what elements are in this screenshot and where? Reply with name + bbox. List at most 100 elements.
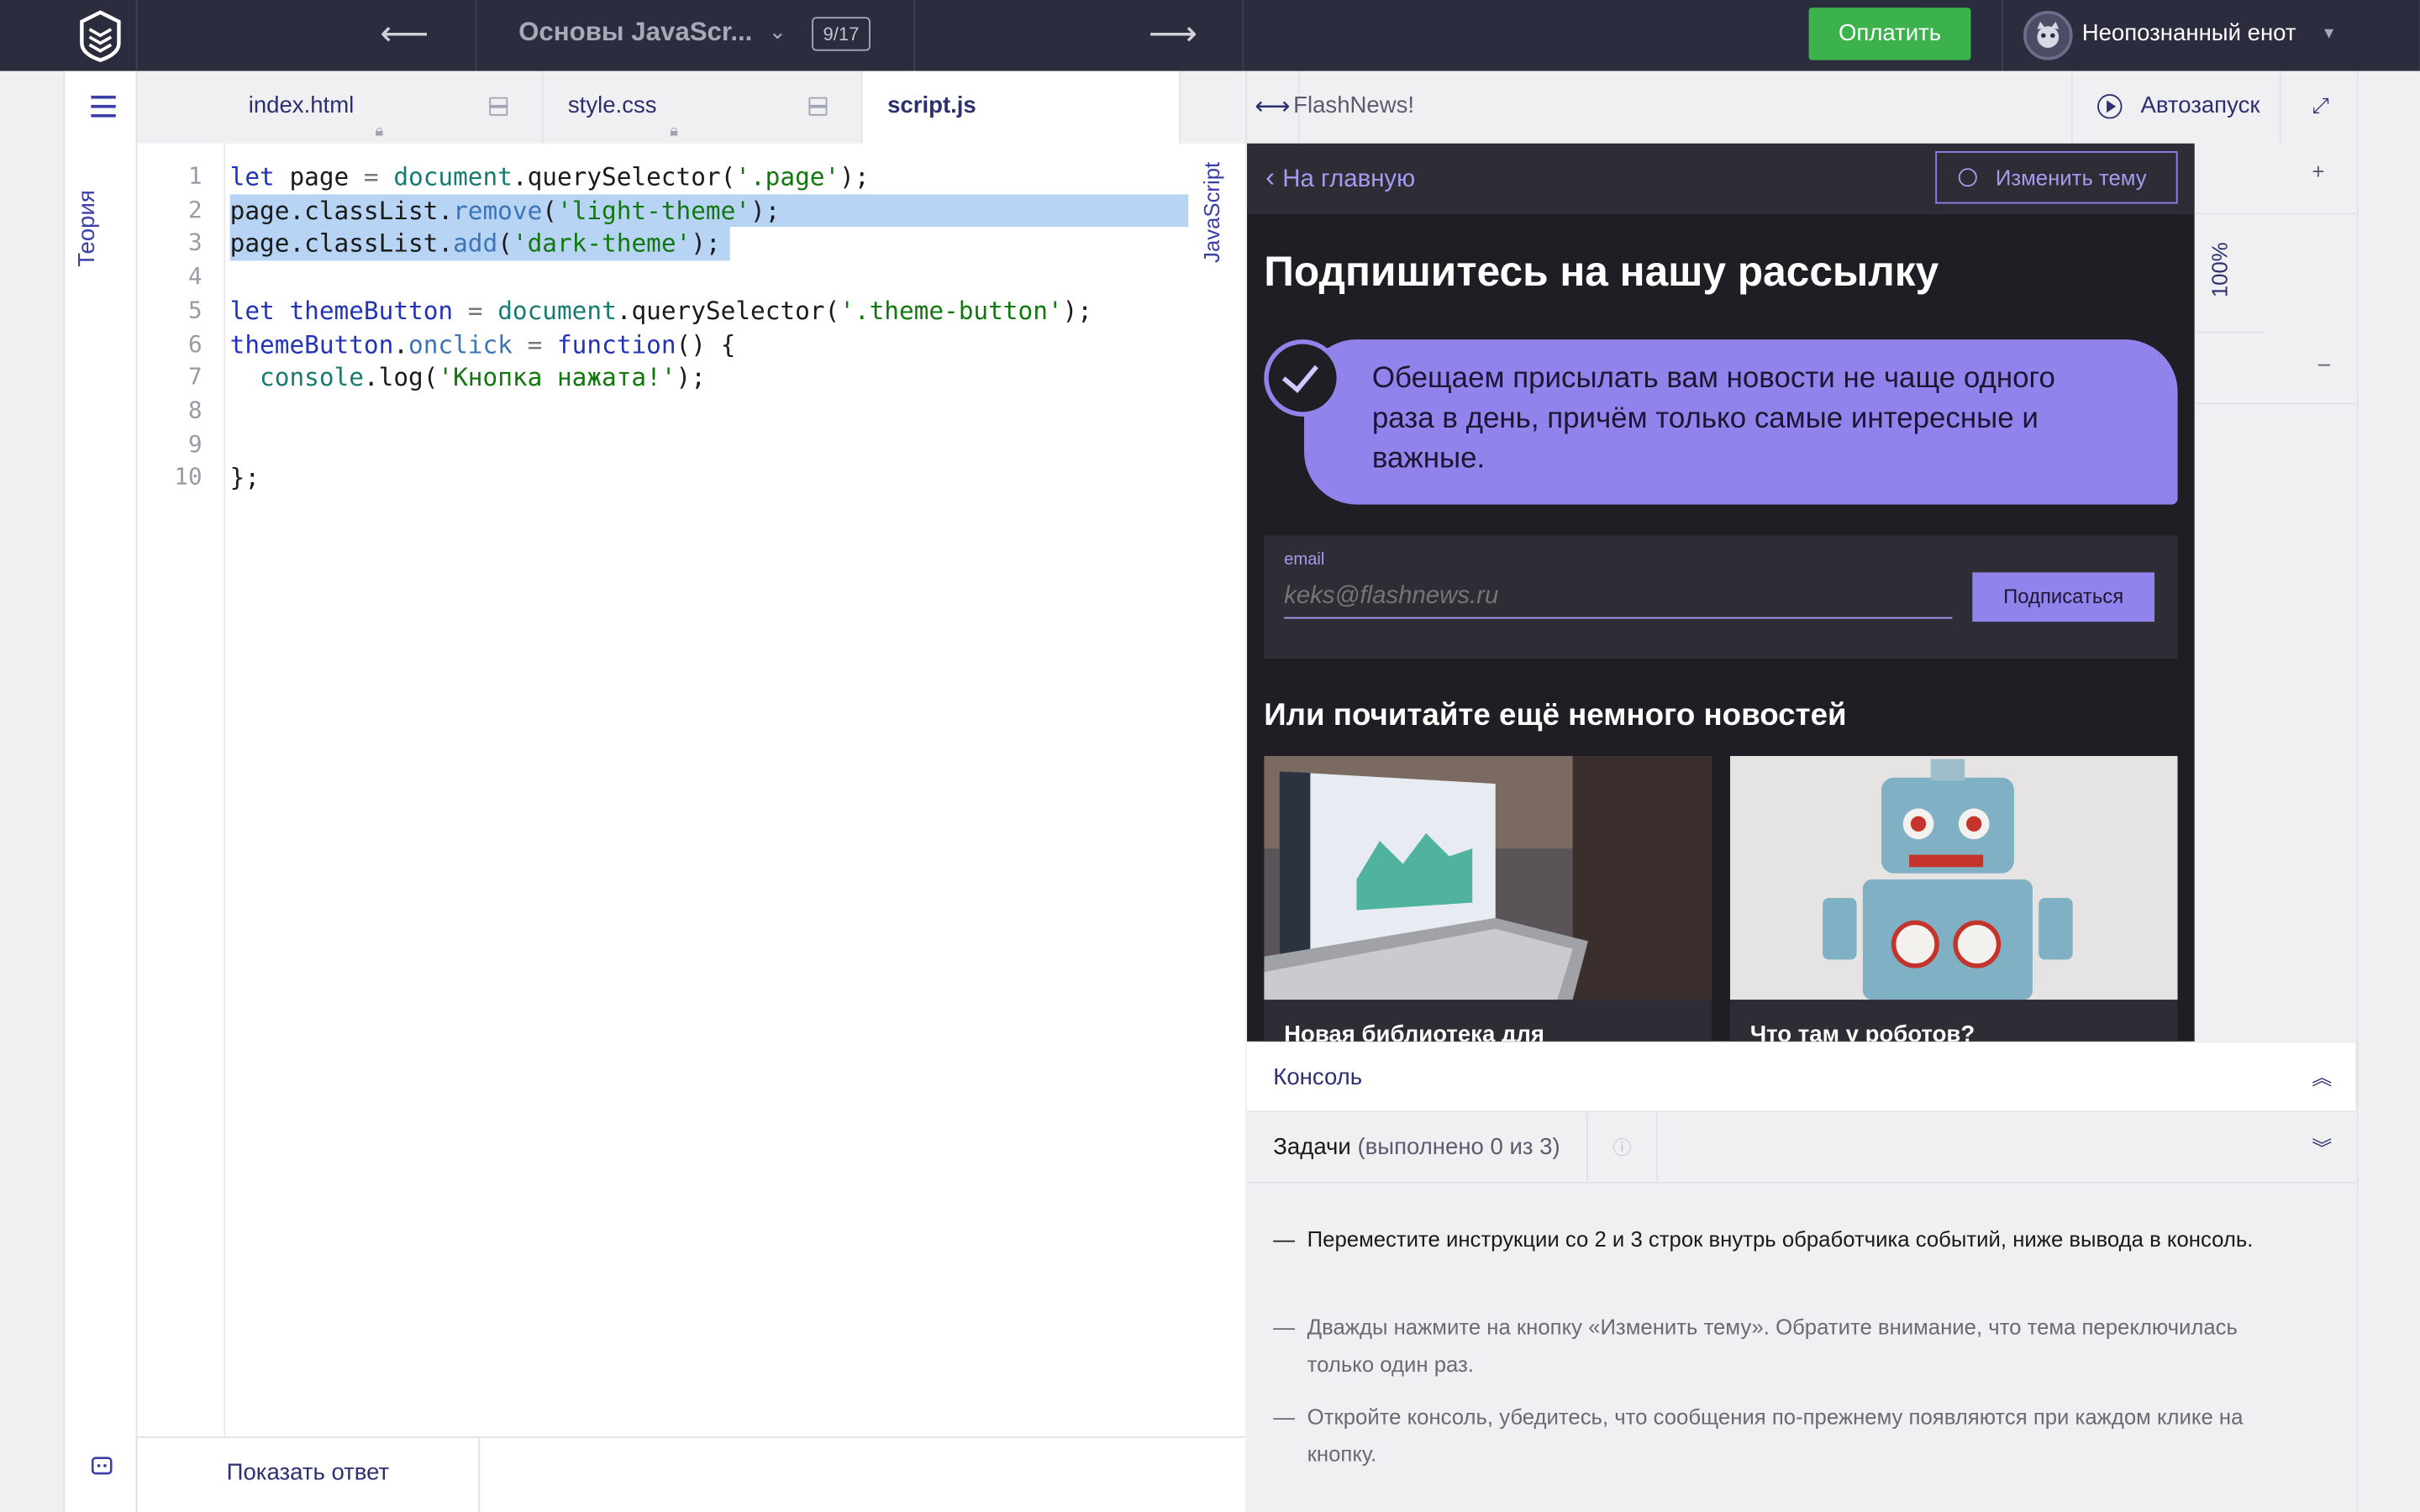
news-card-title: Новая библиотека для [1284, 1021, 1545, 1042]
split-icon[interactable] [808, 97, 828, 116]
tasks-label: Задачи (выполнено 0 из 3) [1273, 1134, 1560, 1160]
site-header: ‹ На главную Изменить тему [1247, 143, 2195, 215]
split-icon[interactable] [489, 97, 508, 116]
avatar[interactable] [2023, 10, 2073, 60]
email-field[interactable] [1284, 575, 1953, 619]
feedback-icon[interactable] [87, 1457, 118, 1488]
menu-icon[interactable] [91, 95, 116, 118]
code-line[interactable]: themeButton.onclick = function() { [230, 328, 736, 361]
zoom-in-button[interactable]: + [2312, 159, 2324, 183]
left-rail: Теория [63, 71, 138, 1512]
theory-tab[interactable]: Теория [74, 166, 129, 290]
line-number: 7 [188, 362, 203, 391]
language-strip: JavaScript [1186, 144, 1245, 1436]
preview-site-name: FlashNews! [1293, 92, 1415, 119]
change-theme-button[interactable]: Изменить тему [1935, 150, 2178, 204]
news-card[interactable]: Что там у роботов? [1729, 755, 2178, 1042]
top-bar: ⟵ Основы JavaScr... ⌄ 9/17 ⟶ Оплатить Не… [0, 0, 2420, 71]
divider [135, 0, 138, 71]
code-line[interactable]: let page = document.querySelector('.page… [230, 160, 870, 194]
autorun-label: Автозапуск [2140, 92, 2260, 119]
language-label: JavaScript [1199, 161, 1224, 263]
tasks-list: Переместите инструкции со 2 и 3 строк вн… [1247, 1183, 2355, 1512]
divider [475, 0, 477, 71]
editor-bottom-bar: Показать ответ [137, 1436, 1246, 1512]
news-card-title: Что там у роботов? [1749, 1021, 1975, 1042]
code-line[interactable]: let themeButton = document.querySelector… [230, 294, 1092, 328]
tab-label: style.css [567, 92, 657, 119]
console-bar[interactable]: Консоль ︽ [1247, 1042, 2355, 1113]
code-line[interactable]: }; [230, 462, 260, 496]
tasks-count: (выполнено 0 из 3) [1357, 1133, 1560, 1161]
zoom-plus-cell [2194, 144, 2355, 215]
divider [913, 0, 916, 71]
divider [2002, 0, 2004, 71]
info-icon[interactable]: ⓘ [1586, 1112, 1658, 1184]
laptop-image [1264, 755, 1712, 1000]
tab-label: script.js [887, 92, 976, 119]
tab-index-html[interactable]: index.html 🔒︎ [224, 71, 544, 144]
lock-icon: 🔒︎ [375, 123, 384, 141]
change-theme-label: Изменить тему [1995, 165, 2147, 190]
show-answer-button[interactable]: Показать ответ [137, 1437, 481, 1512]
line-number: 10 [174, 463, 203, 491]
line-number: 9 [188, 429, 203, 458]
pay-button[interactable]: Оплатить [1808, 8, 1971, 60]
editor-tabs: index.html 🔒︎ style.css 🔒︎ script.js [137, 71, 1246, 144]
news-card[interactable]: Новая библиотека для [1264, 755, 1712, 1042]
divider [2194, 402, 2355, 405]
next-lesson-arrow-icon[interactable]: ⟶ [1127, 13, 1219, 55]
subscribe-button[interactable]: Подписаться [1972, 572, 2155, 622]
username[interactable]: Неопознанный енот [2082, 20, 2296, 46]
tasks-bar[interactable]: Задачи (выполнено 0 из 3) ⓘ ︾ [1247, 1112, 2355, 1184]
subscribe-form: email Подписаться [1264, 535, 2178, 659]
progress-badge: 9/17 [812, 17, 871, 51]
autorun-toggle[interactable]: Автозапуск [2070, 71, 2281, 144]
resize-horizontal-icon[interactable]: ⟷ [1247, 71, 1300, 144]
back-link[interactable]: ‹ На главную [1265, 162, 1415, 195]
tab-label: index.html [248, 92, 355, 119]
tab-script-js[interactable]: script.js [862, 71, 1181, 144]
email-label: email [1284, 550, 1325, 570]
logo-icon[interactable] [71, 6, 129, 65]
tab-style-css[interactable]: style.css 🔒︎ [544, 71, 863, 144]
check-icon [1264, 339, 1342, 417]
chevron-double-down-icon[interactable]: ︾ [2312, 1132, 2332, 1162]
code-line[interactable]: console.log('Кнопка нажата!'); [230, 361, 706, 395]
course-title[interactable]: Основы JavaScr... [518, 17, 752, 48]
line-number: 4 [188, 262, 203, 291]
back-link-label: На главную [1282, 166, 1416, 193]
preview-header: ⟷ FlashNews! Автозапуск ⤢ [1245, 71, 2357, 144]
more-news-title: Или почитайте ещё немного новостей [1264, 699, 1847, 733]
sun-icon [1958, 168, 1977, 187]
chevron-left-icon: ‹ [1265, 161, 1283, 193]
tasks-title: Задачи [1273, 1133, 1351, 1161]
line-number: 3 [188, 228, 203, 257]
console-label: Консоль [1273, 1064, 1363, 1091]
zoom-panel: + 100% – [2194, 143, 2355, 1042]
lock-icon: 🔒︎ [670, 123, 678, 141]
code-line[interactable]: page.classList.add('dark-theme'); [230, 228, 721, 261]
chevron-down-icon[interactable]: ⌄ [769, 18, 787, 45]
zoom-level: 100% [2207, 242, 2232, 298]
preview-viewport: ‹ На главную Изменить тему Подпишитесь н… [1247, 143, 2195, 1042]
zoom-out-button[interactable]: – [2318, 350, 2330, 375]
prev-lesson-arrow-icon[interactable]: ⟵ [358, 13, 450, 55]
user-menu-caret-icon[interactable]: ▾ [2324, 22, 2333, 44]
line-number: 6 [188, 329, 203, 358]
line-gutter: 1 2 3 4 5 6 7 8 9 10 [137, 143, 226, 1436]
robot-image [1729, 755, 2178, 1000]
task-item: Откройте консоль, убедитесь, что сообщен… [1273, 1398, 2291, 1472]
promo-title: Подпишитесь на нашу рассылку [1264, 248, 1939, 295]
divider [1242, 0, 1244, 71]
code-editor[interactable]: 1 2 3 4 5 6 7 8 9 10 let page = document… [137, 143, 1246, 1436]
line-number: 2 [188, 195, 203, 223]
chevron-double-up-icon[interactable]: ︽ [2312, 1062, 2332, 1091]
line-number: 5 [188, 296, 203, 324]
expand-icon[interactable]: ⤢ [2312, 92, 2336, 117]
right-gutter [2356, 71, 2420, 1512]
task-item: Переместите инструкции со 2 и 3 строк вн… [1273, 1221, 2291, 1257]
line-number: 8 [188, 396, 203, 424]
play-icon [2097, 94, 2123, 119]
code-line[interactable]: page.classList.remove('light-theme'); [230, 194, 781, 228]
